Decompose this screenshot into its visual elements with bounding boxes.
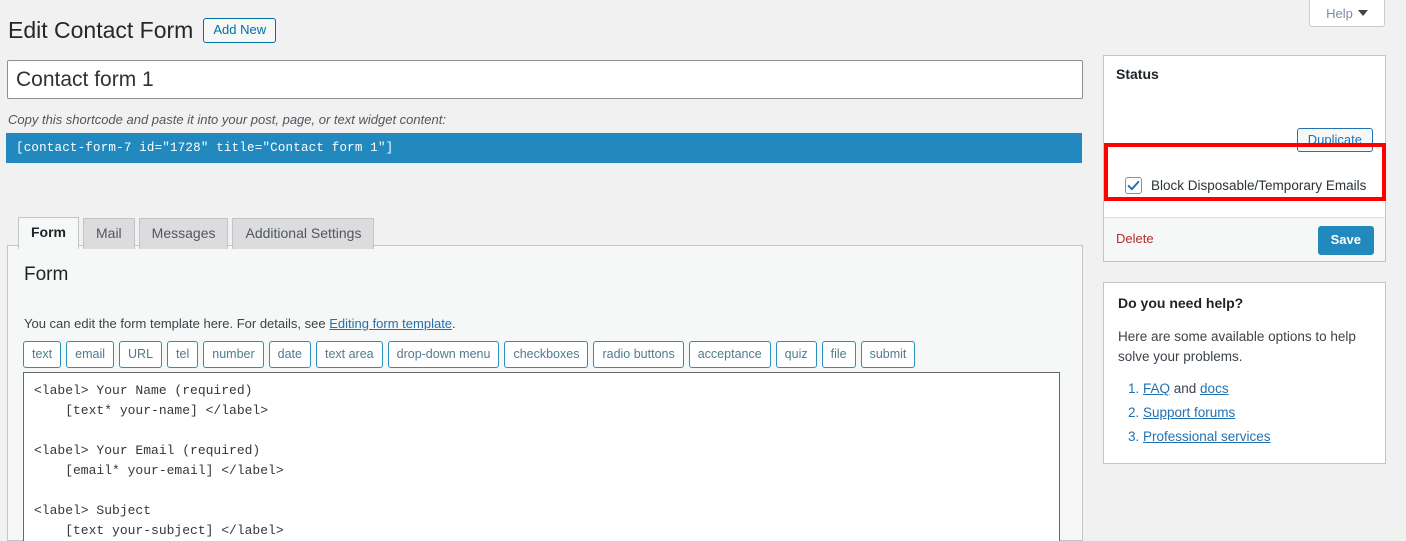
help-box-body: Here are some available options to help … xyxy=(1104,311,1385,463)
block-disposable-emails-label: Block Disposable/Temporary Emails xyxy=(1151,178,1367,193)
delete-link[interactable]: Delete xyxy=(1116,231,1154,246)
tag-button-drop-down-menu[interactable]: drop-down menu xyxy=(387,341,500,368)
faq-and-text: and xyxy=(1170,381,1201,396)
shortcode-instruction: Copy this shortcode and paste it into yo… xyxy=(8,112,446,127)
duplicate-row: Duplicate xyxy=(1296,128,1373,152)
sidebar: Status Duplicate Block Disposable/Tempor… xyxy=(1103,55,1386,484)
tag-button-radio-buttons[interactable]: radio buttons xyxy=(593,341,684,368)
help-label: Help xyxy=(1326,5,1353,21)
tag-button-submit[interactable]: submit xyxy=(860,341,916,368)
help-postbox: Do you need help? Here are some availabl… xyxy=(1103,282,1386,464)
chevron-down-icon xyxy=(1357,10,1368,16)
form-template-textarea[interactable] xyxy=(23,372,1060,541)
list-item: Professional services xyxy=(1143,425,1371,449)
shortcode-bar[interactable] xyxy=(6,133,1082,163)
status-footer: Delete Save xyxy=(1104,217,1385,261)
professional-services-link[interactable]: Professional services xyxy=(1143,429,1271,444)
list-item: FAQ and docs xyxy=(1143,377,1371,401)
tag-button-number[interactable]: number xyxy=(203,341,264,368)
section-description-period: . xyxy=(452,316,456,331)
check-icon xyxy=(1127,180,1140,191)
docs-link[interactable]: docs xyxy=(1200,381,1229,396)
tag-button-checkboxes[interactable]: checkboxes xyxy=(504,341,589,368)
tab-form[interactable]: Form xyxy=(18,217,79,249)
tag-button-text-area[interactable]: text area xyxy=(315,341,383,368)
tab-messages[interactable]: Messages xyxy=(138,218,229,249)
shortcode-input[interactable] xyxy=(6,133,1082,163)
tag-button-email[interactable]: email xyxy=(66,341,115,368)
add-new-button[interactable]: Add New xyxy=(203,18,277,43)
tab-mail[interactable]: Mail xyxy=(83,218,135,249)
status-postbox: Status Duplicate Block Disposable/Tempor… xyxy=(1103,55,1386,262)
block-disposable-emails-checkbox[interactable] xyxy=(1125,177,1142,194)
form-editor-panel: Form You can edit the form template here… xyxy=(7,245,1083,541)
help-box-title: Do you need help? xyxy=(1118,295,1244,311)
page-header: Edit Contact Form Add New xyxy=(8,16,277,45)
tag-button-url[interactable]: URL xyxy=(119,341,163,368)
tag-generator-toolbar: text email URL tel number date text area… xyxy=(23,341,916,368)
tag-button-text[interactable]: text xyxy=(23,341,62,368)
admin-page: Help Edit Contact Form Add New Copy this… xyxy=(0,0,1406,541)
help-tab-button[interactable]: Help xyxy=(1309,0,1385,27)
list-item: Support forums xyxy=(1143,401,1371,425)
page-title: Edit Contact Form xyxy=(8,17,194,43)
section-title: Form xyxy=(24,264,69,285)
status-title: Status xyxy=(1116,66,1159,82)
faq-link[interactable]: FAQ xyxy=(1143,381,1170,396)
tag-button-file[interactable]: file xyxy=(821,341,856,368)
support-forums-link[interactable]: Support forums xyxy=(1143,405,1235,420)
tab-additional-settings[interactable]: Additional Settings xyxy=(232,218,375,249)
section-description-text: You can edit the form template here. For… xyxy=(24,316,330,331)
block-disposable-emails-row[interactable]: Block Disposable/Temporary Emails xyxy=(1104,177,1385,194)
status-body: Duplicate Block Disposable/Temporary Ema… xyxy=(1104,92,1385,217)
settings-tabs: Form Mail Messages Additional Settings xyxy=(18,216,375,249)
form-title-input[interactable] xyxy=(7,60,1083,99)
save-button[interactable]: Save xyxy=(1317,226,1374,255)
help-links-list: FAQ and docs Support forums Professional… xyxy=(1118,377,1371,449)
tag-button-quiz[interactable]: quiz xyxy=(775,341,817,368)
tag-button-date[interactable]: date xyxy=(268,341,311,368)
editing-form-template-link[interactable]: Editing form template xyxy=(329,316,452,331)
section-description: You can edit the form template here. For… xyxy=(24,316,456,331)
duplicate-button[interactable]: Duplicate xyxy=(1296,128,1373,152)
tag-button-tel[interactable]: tel xyxy=(167,341,199,368)
help-box-text: Here are some available options to help … xyxy=(1118,329,1356,364)
tag-button-acceptance[interactable]: acceptance xyxy=(688,341,771,368)
